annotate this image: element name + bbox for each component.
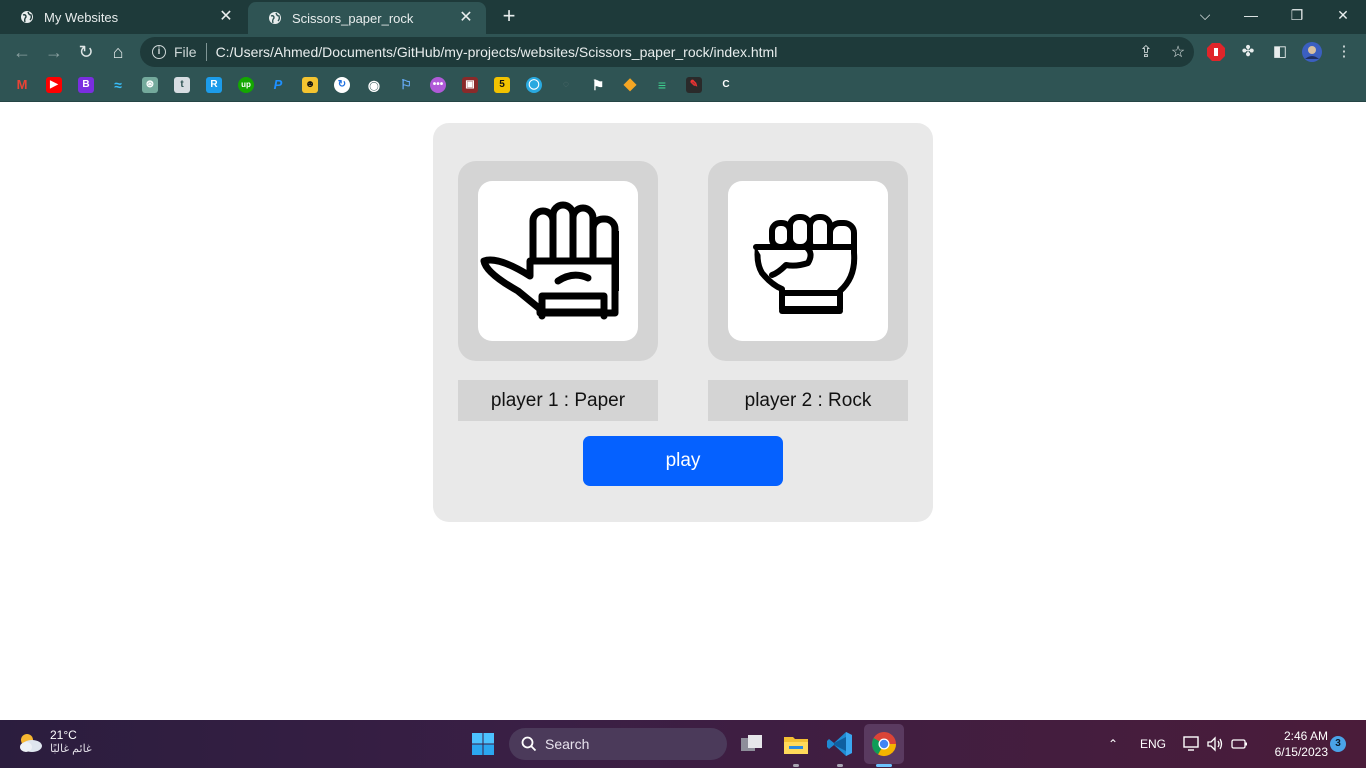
youtube-icon[interactable]: ▶ bbox=[46, 77, 62, 93]
dark-red-icon[interactable]: ✎ bbox=[686, 77, 702, 93]
chatgpt-icon[interactable]: ⊛ bbox=[142, 77, 158, 93]
taskbar: 21°C غائم غالبًا Search ⌃ ENG 2:46 AM 6/… bbox=[0, 720, 1366, 768]
play-button[interactable]: play bbox=[583, 436, 783, 486]
diamond-icon[interactable]: ◆ bbox=[622, 77, 638, 93]
mask-icon[interactable]: ☻ bbox=[302, 77, 318, 93]
weather-widget[interactable]: 21°C غائم غالبًا bbox=[16, 728, 92, 755]
upwork-icon[interactable]: up bbox=[238, 77, 254, 93]
weather-temperature: 21°C bbox=[50, 728, 77, 742]
task-view-icon[interactable] bbox=[736, 728, 768, 760]
taskbar-search[interactable]: Search bbox=[509, 728, 727, 760]
system-clock[interactable]: 2:46 AM 6/15/2023 bbox=[1258, 728, 1328, 760]
url-text[interactable]: C:/Users/Ahmed/Documents/GitHub/my-proje… bbox=[216, 44, 1130, 60]
bookmarks-bar: M ▶ B ≈ ⊛ t R up P ☻ ↻ ◉ ⚐ ••• ▣ 5 ◯ ◌ ⚑… bbox=[0, 70, 1366, 102]
search-icon bbox=[521, 736, 537, 752]
address-bar[interactable]: i File C:/Users/Ahmed/Documents/GitHub/m… bbox=[140, 37, 1194, 67]
five-icon[interactable]: 5 bbox=[494, 77, 510, 93]
red-square-icon[interactable]: ▣ bbox=[462, 77, 478, 93]
profile-avatar[interactable] bbox=[1301, 41, 1323, 63]
tab-label: Scissors_paper_rock bbox=[292, 10, 414, 26]
bookmark-star-icon[interactable]: ☆ bbox=[1162, 42, 1194, 62]
circle-c-icon[interactable]: ↻ bbox=[334, 77, 350, 93]
globe-icon bbox=[21, 11, 33, 23]
search-label: Search bbox=[545, 736, 590, 752]
new-tab-button[interactable]: + bbox=[498, 5, 520, 28]
chat-icon[interactable]: ◌ bbox=[558, 77, 574, 93]
running-indicator bbox=[876, 764, 892, 767]
chrome-icon[interactable] bbox=[868, 728, 900, 760]
bracket-icon[interactable]: C bbox=[718, 77, 734, 93]
browser-toolbar: ← → ↻ ⌂ i File C:/Users/Ahmed/Documents/… bbox=[0, 34, 1366, 70]
gmail-icon[interactable]: M bbox=[14, 77, 30, 93]
side-panel-icon[interactable]: ◧ bbox=[1269, 41, 1291, 63]
game-card: player 1 : Paper player 2 : Rock play bbox=[433, 123, 933, 522]
close-tab-icon[interactable]: ✕ bbox=[218, 9, 234, 25]
vscode-icon[interactable] bbox=[824, 728, 856, 760]
battery-icon[interactable] bbox=[1230, 735, 1248, 753]
tab-scissors-paper-rock[interactable]: Scissors_paper_rock ✕ bbox=[248, 2, 486, 34]
reload-button[interactable]: ↻ bbox=[74, 40, 98, 64]
tab-search-icon[interactable]: ⌵ bbox=[1182, 0, 1228, 30]
url-scheme: File bbox=[174, 44, 197, 60]
clock-date: 6/15/2023 bbox=[1274, 745, 1328, 759]
player2-hand-image bbox=[728, 181, 888, 341]
cloudy-sun-icon bbox=[20, 733, 42, 752]
github-icon[interactable]: ◉ bbox=[366, 77, 382, 93]
chat-bubble-icon[interactable]: ••• bbox=[430, 77, 446, 93]
adblock-extension-icon[interactable] bbox=[1205, 41, 1227, 63]
paper-hand-icon bbox=[480, 201, 619, 320]
file-explorer-icon[interactable] bbox=[780, 728, 812, 760]
extensions-icon[interactable]: ✤ bbox=[1237, 41, 1259, 63]
player1-hand-image bbox=[478, 181, 638, 341]
bootstrap-icon[interactable]: B bbox=[78, 77, 94, 93]
paypal-icon[interactable]: P bbox=[270, 77, 286, 93]
windows-start-icon[interactable] bbox=[467, 728, 499, 760]
restore-button[interactable]: ❐ bbox=[1274, 0, 1320, 30]
player1-hand-frame bbox=[458, 161, 658, 361]
volume-icon[interactable] bbox=[1206, 735, 1224, 753]
player2-label: player 2 : Rock bbox=[708, 380, 908, 421]
blue-circle-icon[interactable]: ◯ bbox=[526, 77, 542, 93]
show-hidden-icons-button[interactable]: ⌃ bbox=[1108, 720, 1118, 768]
back-button[interactable]: ← bbox=[10, 40, 34, 64]
running-indicator bbox=[837, 764, 843, 767]
tailwind-icon[interactable]: ≈ bbox=[110, 77, 126, 93]
close-window-button[interactable]: ✕ bbox=[1320, 0, 1366, 30]
menu-icon[interactable]: ⋮ bbox=[1333, 41, 1355, 63]
player1-label: player 1 : Paper bbox=[458, 380, 658, 421]
home-button[interactable]: ⌂ bbox=[106, 40, 130, 64]
tab-my-websites[interactable]: My Websites ✕ bbox=[0, 0, 246, 34]
player2-hand-frame bbox=[708, 161, 908, 361]
forward-button[interactable]: → bbox=[42, 40, 66, 64]
network-icon[interactable] bbox=[1182, 735, 1200, 753]
finish-flag-icon[interactable]: ⚑ bbox=[590, 77, 606, 93]
stripes-icon[interactable]: ≡ bbox=[654, 77, 670, 93]
divider bbox=[205, 43, 207, 61]
tab-label: My Websites bbox=[44, 9, 119, 25]
share-icon[interactable]: ⇪ bbox=[1130, 42, 1162, 62]
notification-badge[interactable]: 3 bbox=[1330, 736, 1346, 752]
frontend-icon[interactable]: R bbox=[206, 77, 222, 93]
tumblr-icon[interactable]: t bbox=[174, 77, 190, 93]
globe-icon bbox=[269, 12, 281, 24]
tab-strip: My Websites ✕ Scissors_paper_rock ✕ + ⌵ … bbox=[0, 0, 1366, 34]
flag-icon[interactable]: ⚐ bbox=[398, 77, 414, 93]
minimize-button[interactable]: — bbox=[1228, 0, 1274, 30]
running-indicator bbox=[793, 764, 799, 767]
clock-time: 2:46 AM bbox=[1283, 729, 1328, 743]
close-tab-icon[interactable]: ✕ bbox=[458, 10, 474, 26]
rock-hand-icon bbox=[753, 214, 858, 314]
weather-condition: غائم غالبًا bbox=[50, 743, 92, 755]
language-indicator[interactable]: ENG bbox=[1140, 720, 1166, 768]
info-icon[interactable]: i bbox=[152, 45, 166, 59]
